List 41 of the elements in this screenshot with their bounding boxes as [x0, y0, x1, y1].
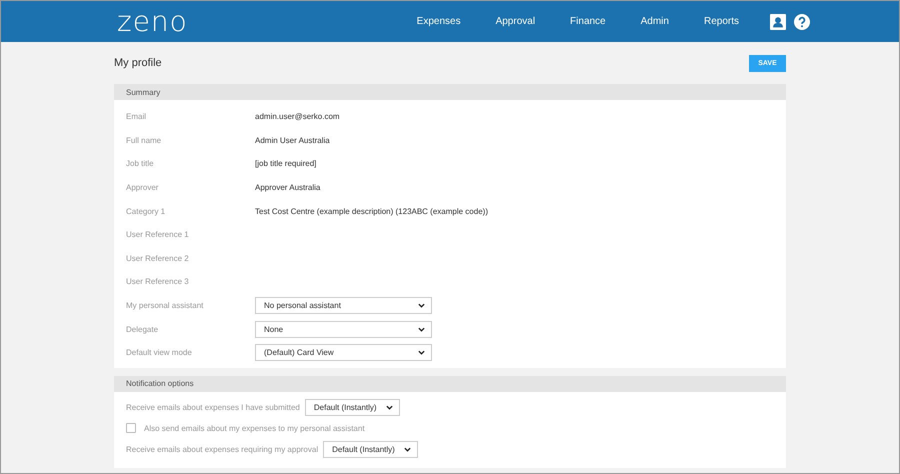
- field-label: User Reference 2: [126, 254, 190, 263]
- nav-link[interactable]: Admin: [640, 16, 669, 27]
- chevron-icon: [418, 350, 425, 356]
- dropdown[interactable]: (Default) Card View: [255, 344, 432, 362]
- field-label: Default view mode: [126, 348, 193, 358]
- field-label: User Reference 3: [126, 277, 190, 286]
- field-label: Job title: [126, 159, 155, 168]
- field-value: [job title required]: [255, 159, 316, 168]
- section-title: Notification options: [126, 379, 194, 388]
- field-value: Admin User Australia: [255, 136, 330, 145]
- section-title: Summary: [126, 88, 160, 96]
- nav-link[interactable]: Reports: [704, 16, 739, 27]
- nav-link[interactable]: Finance: [570, 16, 606, 27]
- dropdown[interactable]: Default (Instantly): [323, 440, 418, 458]
- chevron-icon: [418, 303, 425, 308]
- field-label: Email: [126, 112, 148, 122]
- dropdown[interactable]: No personal assistant: [255, 297, 432, 314]
- option-label: Receive emails about expenses requiring my approval: [126, 444, 318, 454]
- page-title: My profile: [114, 57, 162, 69]
- field-value: Approver Australia: [255, 183, 320, 192]
- dropdown[interactable]: Default (Instantly): [304, 398, 400, 416]
- checkbox-label: Also send emails about my expenses to my personal assistant: [144, 424, 365, 433]
- logo[interactable]: zeno: [117, 5, 188, 38]
- field-label: Category 1: [126, 206, 166, 216]
- field-value: Test Cost Centre (example description) (123ABC (example code)): [255, 206, 488, 216]
- field-label: Full name: [126, 136, 162, 145]
- field-label: My personal assistant: [126, 301, 204, 310]
- profile-icon[interactable]: [770, 14, 786, 30]
- option-label: Receive emails about expenses I have submitted: [126, 402, 300, 412]
- chevron-icon: [418, 326, 425, 332]
- field-label: User Reference 1: [126, 230, 190, 240]
- nav-link[interactable]: Approval: [496, 16, 536, 27]
- chevron-icon: [404, 446, 412, 452]
- field-label: Delegate: [126, 324, 160, 334]
- field-label: Approver: [126, 183, 160, 192]
- field-value: admin.user@serko.com: [255, 112, 340, 122]
- dropdown[interactable]: None: [255, 320, 432, 338]
- chevron-icon: [386, 404, 393, 410]
- checkbox[interactable]: [126, 423, 136, 434]
- help-icon[interactable]: [794, 14, 810, 30]
- nav-link[interactable]: Expenses: [416, 16, 461, 27]
